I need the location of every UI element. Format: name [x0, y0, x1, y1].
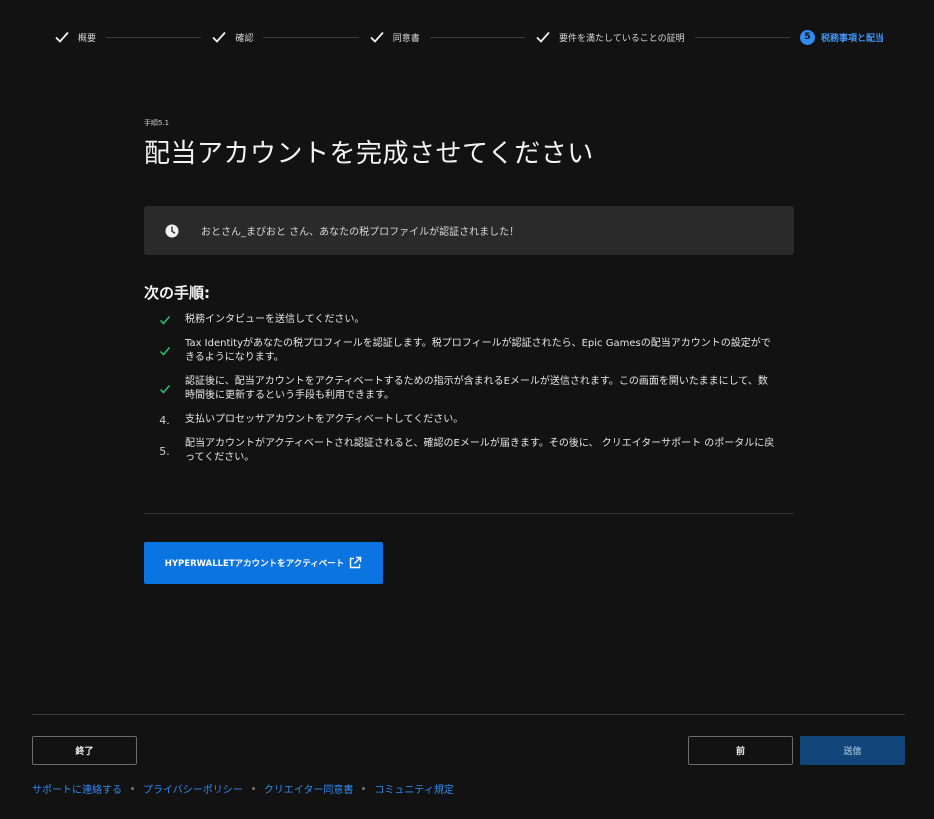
step-tax-payout: 5 税務事項と配当	[800, 29, 885, 45]
list-item: 5. 配当アカウントがアクティベートされ認証されると、確認のEメールが届きます。…	[144, 437, 794, 465]
list-item-text: 認証後に、配当アカウントをアクティベートするための指示が含まれるEメールが送信さ…	[185, 376, 768, 401]
check-icon	[159, 385, 170, 394]
step-label: 税務事項と配当	[821, 33, 885, 44]
activate-button-label: HYPERWALLETアカウントをアクティベート	[164, 559, 345, 569]
community-rules-link[interactable]: コミュニティ規定	[374, 781, 453, 796]
list-item: 4. 支払いプロセッサアカウントをアクティベートしてください。	[144, 413, 794, 427]
privacy-policy-link[interactable]: プライバシーポリシー	[143, 781, 243, 796]
exit-button[interactable]: 終了	[32, 736, 137, 765]
activate-hyperwallet-button[interactable]: HYPERWALLETアカウントをアクティベート	[144, 542, 383, 584]
step-connector	[429, 36, 526, 38]
list-item-text: 配当アカウントがアクティベートされ認証されると、確認のEメールが届きます。その後…	[185, 438, 775, 463]
list-item: 税務インタビューを送信してください。	[144, 313, 794, 327]
step-label: 要件を満たしていることの証明	[559, 33, 685, 44]
check-icon	[159, 316, 170, 325]
main-content: 手順5.1 配当アカウントを完成させてください おとさん_まぴおと さん、あなた…	[144, 118, 794, 584]
list-item-text: 税務インタビューを送信してください。	[185, 314, 365, 325]
notice-text: おとさん_まぴおと さん、あなたの税プロファイルが認証されました！	[201, 227, 520, 238]
footer-links: サポートに連絡する プライバシーポリシー クリエイター同意書 コミュニティ規定	[32, 781, 454, 796]
check-icon	[212, 31, 227, 43]
status-notice: おとさん_まぴおと さん、あなたの税プロファイルが認証されました！	[144, 206, 794, 255]
check-icon	[536, 31, 550, 43]
section-divider	[144, 513, 794, 514]
step-agreement: 同意書	[369, 29, 420, 45]
step-connector	[106, 36, 202, 38]
list-number: 4.	[159, 413, 170, 427]
step-indicator: 手順5.1	[144, 119, 170, 127]
footer-divider	[32, 714, 905, 715]
list-number: 5.	[159, 444, 170, 458]
check-icon	[55, 31, 69, 43]
progress-stepper: 概要 確認 同意書 要件を満たしていることの証明 5 税務事項と配当	[54, 26, 884, 48]
check-icon	[159, 347, 170, 356]
step-label: 概要	[78, 33, 97, 44]
next-steps-heading: 次の手順:	[144, 284, 210, 302]
list-item-text: 支払いプロセッサアカウントをアクティベートしてください。	[185, 414, 464, 425]
next-steps-list: 税務インタビューを送信してください。 Tax Identityがあなたの税プロフ…	[144, 313, 794, 465]
step-connector	[263, 36, 359, 38]
external-link-icon	[350, 556, 362, 569]
previous-button[interactable]: 前	[688, 736, 793, 765]
step-confirm: 確認	[211, 29, 253, 45]
list-item: Tax Identityがあなたの税プロフィールを認証します。税プロフィールが認…	[144, 337, 794, 365]
separator-dot	[362, 787, 366, 790]
check-icon	[370, 31, 384, 43]
list-item: 認証後に、配当アカウントをアクティベートするための指示が含まれるEメールが送信さ…	[144, 375, 794, 403]
step-label: 確認	[235, 33, 254, 44]
submit-button[interactable]: 送信	[800, 736, 905, 765]
contact-support-link[interactable]: サポートに連絡する	[32, 781, 122, 796]
step-overview: 概要	[54, 29, 96, 45]
clock-icon	[165, 224, 179, 237]
separator-dot	[251, 787, 255, 790]
step-connector	[694, 36, 791, 38]
step-label: 同意書	[392, 33, 420, 44]
creator-agreement-link[interactable]: クリエイター同意書	[264, 781, 354, 796]
separator-dot	[131, 787, 134, 790]
step-number-badge: 5	[800, 29, 816, 45]
page-title: 配当アカウントを完成させてください	[144, 139, 594, 169]
step-eligibility: 要件を満たしていることの証明	[535, 29, 685, 45]
list-item-text: Tax Identityがあなたの税プロフィールを認証します。税プロフィールが認…	[185, 338, 771, 363]
